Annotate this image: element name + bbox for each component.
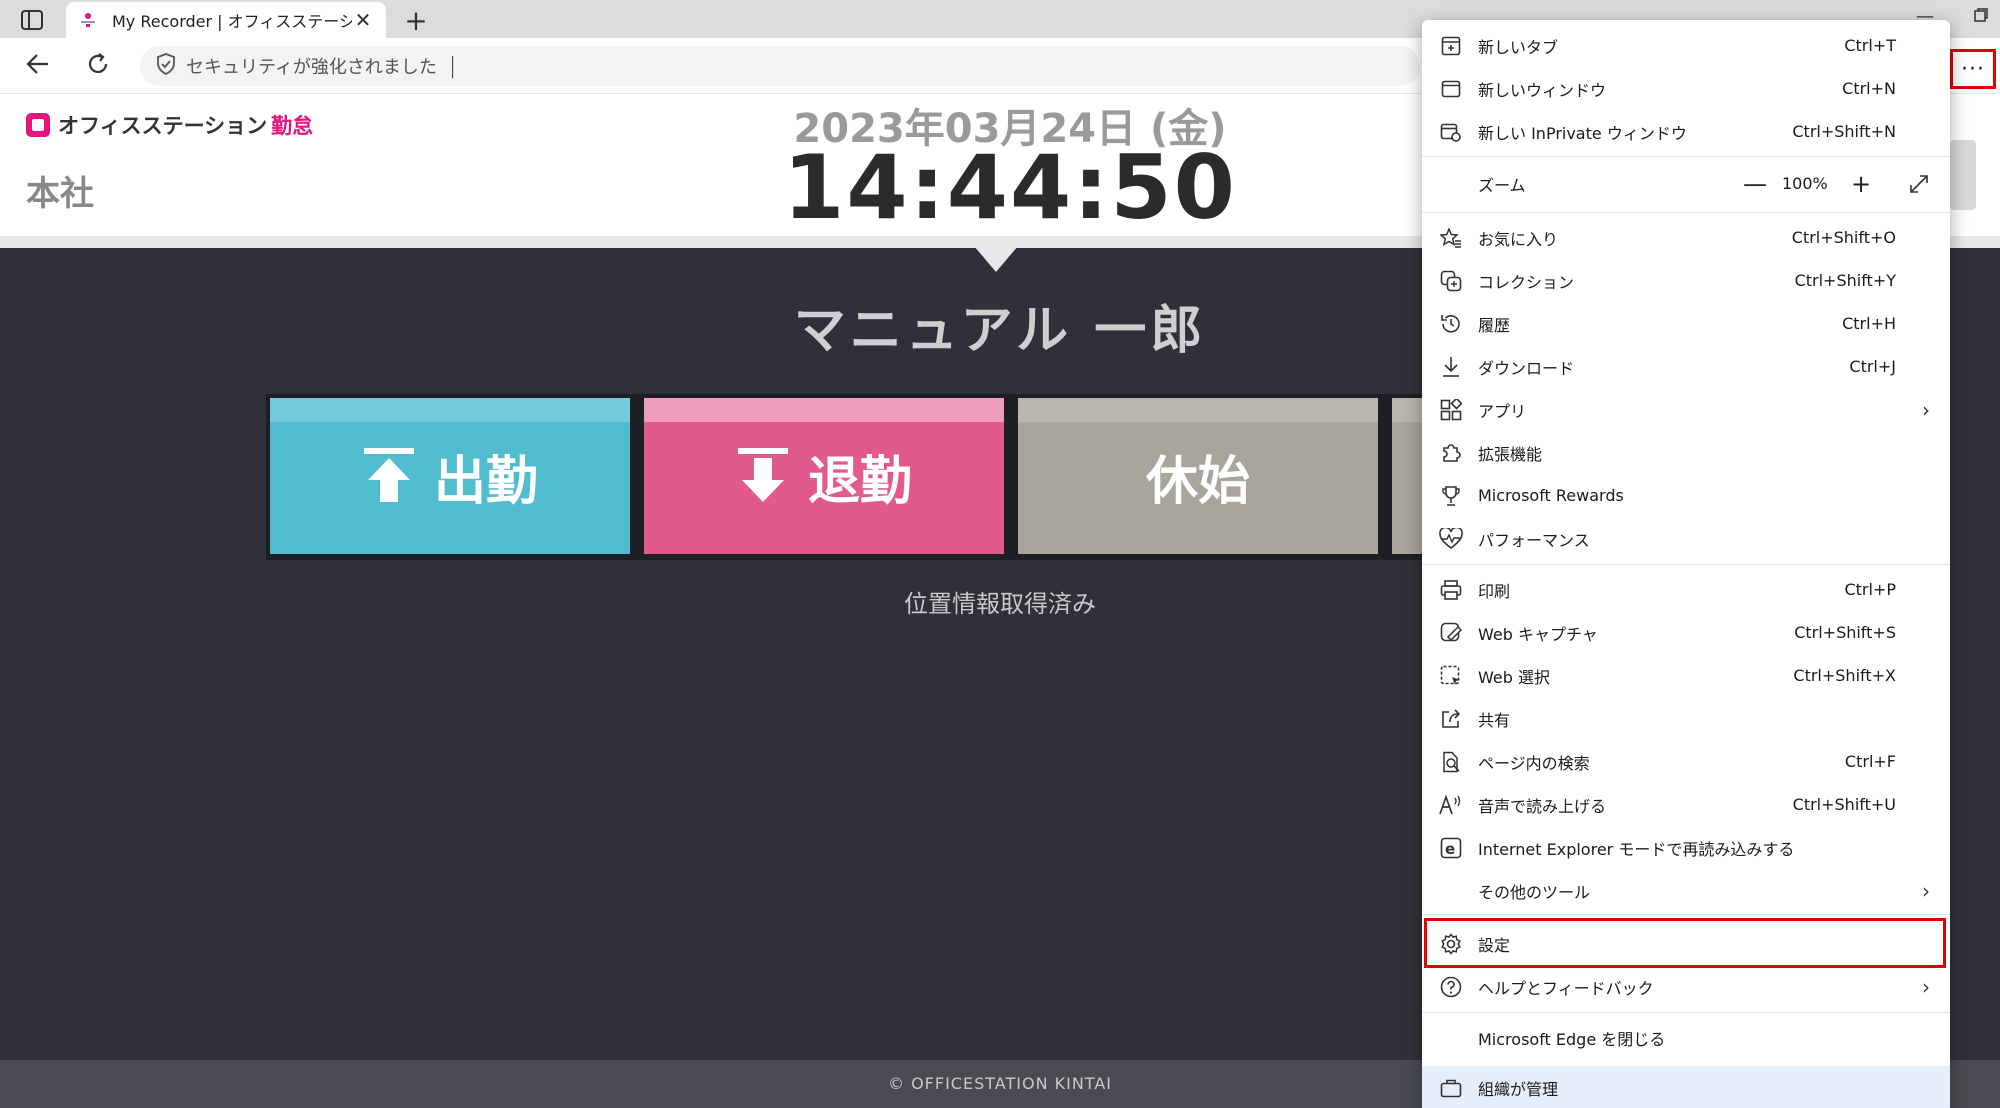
menu-item-new-window[interactable]: 新しいウィンドウ Ctrl+N [1422,67,1950,110]
menu-item-apps[interactable]: アプリ › [1422,388,1950,431]
chevron-right-icon: › [1922,878,1930,903]
office-name: 本社 [26,174,94,214]
location-status: 位置情報取得済み [904,590,1096,618]
menu-item-new-tab[interactable]: 新しいタブ Ctrl+T [1422,24,1950,67]
clock-out-button[interactable]: 退勤 [644,398,1004,554]
web-select-icon [1438,663,1464,689]
inprivate-icon [1438,119,1464,145]
download-arrow-icon [736,448,790,504]
edge-settings-menu: 新しいタブ Ctrl+T 新しいウィンドウ Ctrl+N 新しい InPriva… [1422,20,1950,1108]
browser-tab[interactable]: My Recorder | オフィスステーション勤 ✕ [66,2,386,38]
web-capture-icon [1438,620,1464,646]
zoom-level: 100% [1782,174,1828,193]
clock-in-label: 出勤 [433,451,538,512]
performance-heart-icon [1438,526,1464,552]
zoom-in-button[interactable]: + [1846,169,1876,199]
menu-item-zoom: ズーム — 100% + [1422,162,1950,205]
break-end-button[interactable] [1392,398,1426,554]
menu-item-more-tools[interactable]: その他のツール › [1422,869,1950,912]
chevron-right-icon: › [1922,397,1930,422]
collections-icon [1438,268,1464,294]
print-icon [1438,577,1464,603]
svg-text:e: e [1445,840,1455,858]
footer-copyright: © OFFICESTATION KINTAI [888,1074,1112,1093]
break-start-label: 休始 [1145,451,1250,512]
menu-item-history[interactable]: 履歴 Ctrl+H [1422,302,1950,345]
employee-name: マニュアル 一郎 [793,301,1207,361]
zoom-out-button[interactable]: — [1740,169,1770,199]
security-shield-icon [156,53,176,79]
menu-item-new-inprivate[interactable]: 新しい InPrivate ウィンドウ Ctrl+Shift+N [1422,110,1950,153]
logo-mark-icon [26,113,50,137]
menu-item-share[interactable]: 共有 [1422,697,1950,740]
extensions-icon [1438,440,1464,466]
menu-item-extensions[interactable]: 拡張機能 [1422,431,1950,474]
read-aloud-icon [1438,792,1464,818]
menu-item-favorites[interactable]: お気に入り Ctrl+Shift+O [1422,216,1950,259]
logo-accent: 勤怠 [271,114,314,138]
ie-mode-icon: e [1438,835,1464,861]
managed-by-organization[interactable]: 組織が管理 [1422,1066,1950,1108]
menu-item-ie-mode[interactable]: e Internet Explorer モードで再読み込みする [1422,826,1950,869]
menu-item-help[interactable]: ヘルプとフィードバック › [1422,965,1950,1008]
menu-grid-icon[interactable] [1950,140,1976,210]
history-icon [1438,311,1464,337]
new-tab-icon [1438,33,1464,59]
more-options-button[interactable]: ··· [1950,49,1996,89]
text-caret: | [448,53,457,79]
sidebar-toggle-icon[interactable] [14,6,50,34]
upload-arrow-icon [362,448,416,504]
menu-item-collections[interactable]: コレクション Ctrl+Shift+Y [1422,259,1950,302]
address-bar[interactable]: セキュリティが強化されました | [140,46,1420,86]
clock-in-button[interactable]: 出勤 [270,398,630,554]
back-button[interactable] [20,46,56,82]
apps-icon [1438,397,1464,423]
rewards-trophy-icon [1438,483,1464,509]
settings-highlight-box [1424,918,1946,968]
new-tab-button[interactable]: + [400,4,432,37]
officestation-logo: オフィスステーション 勤怠 [26,110,313,140]
header-pointer [974,246,1018,272]
refresh-button[interactable] [80,46,116,82]
tab-close-icon[interactable]: ✕ [352,8,374,32]
find-in-page-icon [1438,749,1464,775]
menu-item-web-capture[interactable]: Web キャプチャ Ctrl+Shift+S [1422,611,1950,654]
chevron-right-icon: › [1922,974,1930,999]
address-text: セキュリティが強化されました [186,57,437,78]
menu-item-downloads[interactable]: ダウンロード Ctrl+J [1422,345,1950,388]
tab-title: My Recorder | オフィスステーション勤 [112,12,352,31]
menu-item-rewards[interactable]: Microsoft Rewards [1422,474,1950,517]
favorites-icon [1438,225,1464,251]
break-start-button[interactable]: 休始 [1018,398,1378,554]
menu-item-find[interactable]: ページ内の検索 Ctrl+F [1422,740,1950,783]
restore-icon[interactable] [1974,6,1988,27]
new-window-icon [1438,76,1464,102]
menu-item-print[interactable]: 印刷 Ctrl+P [1422,568,1950,611]
download-icon [1438,354,1464,380]
clock-out-label: 退勤 [807,451,912,512]
menu-item-close-edge[interactable]: Microsoft Edge を閉じる [1422,1016,1950,1059]
logo-text: オフィスステーション [58,114,268,138]
briefcase-icon [1438,1075,1464,1101]
recorder-favicon-icon [78,10,98,30]
menu-item-read-aloud[interactable]: 音声で読み上げる Ctrl+Shift+U [1422,783,1950,826]
menu-item-web-select[interactable]: Web 選択 Ctrl+Shift+X [1422,654,1950,697]
help-icon [1438,974,1464,1000]
menu-item-performance[interactable]: パフォーマンス [1422,517,1950,560]
share-icon [1438,706,1464,732]
fullscreen-icon[interactable] [1904,169,1934,199]
current-time: 14:44:50 [783,136,1237,239]
